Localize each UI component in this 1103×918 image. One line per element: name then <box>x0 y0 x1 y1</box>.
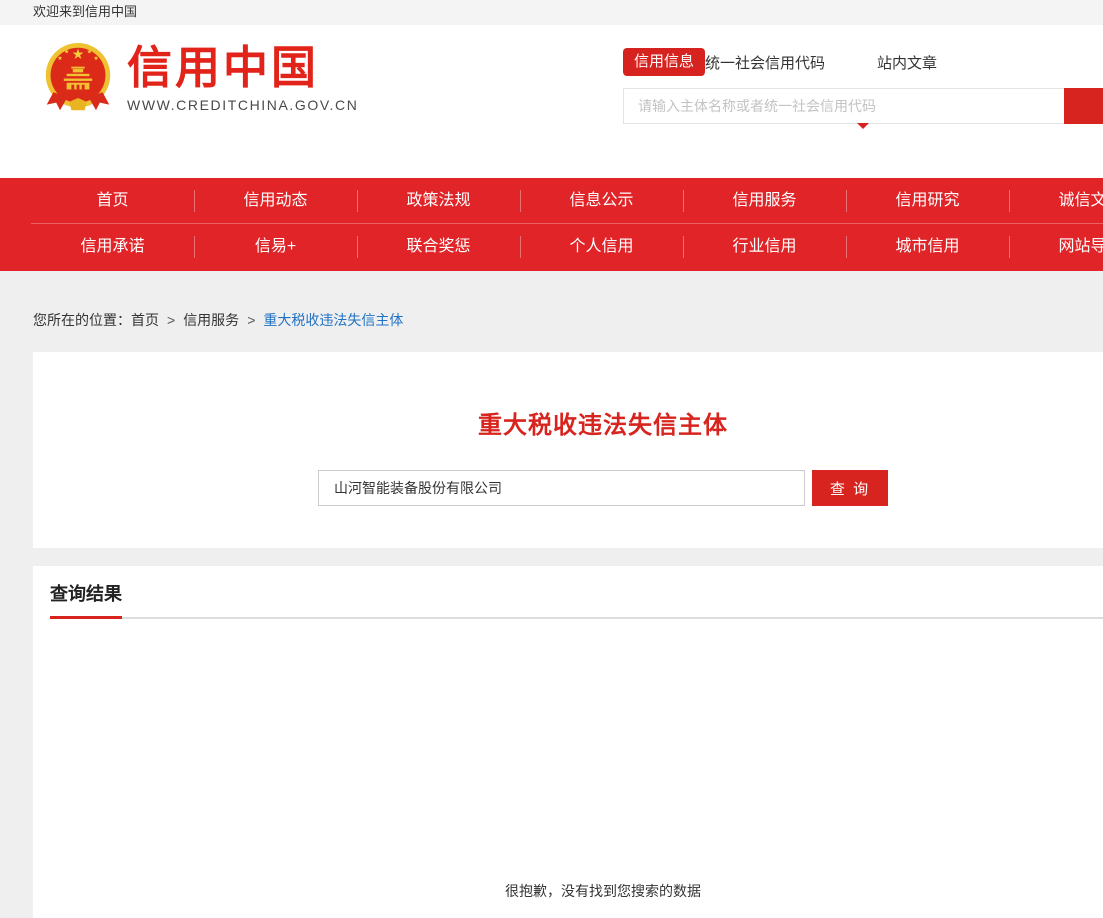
site-url: WWW.CREDITCHINA.GOV.CN <box>127 97 358 113</box>
breadcrumb-current-page[interactable]: 重大税收违法失信主体 <box>263 312 403 328</box>
brand-link[interactable]: 信用中国 WWW.CREDITCHINA.GOV.CN <box>42 40 358 118</box>
nav-item-policies[interactable]: 政策法规 <box>357 178 520 224</box>
nav-item-credit-services[interactable]: 信用服务 <box>683 178 846 224</box>
header-search-button[interactable] <box>1064 88 1103 124</box>
site-title: 信用中国 <box>127 43 358 93</box>
nav-item-credit-research[interactable]: 信用研究 <box>846 178 1009 224</box>
breadcrumb-prefix: 您所在的位置： <box>33 312 131 328</box>
query-card: 重大税收违法失信主体 查 询 <box>33 352 1103 548</box>
empty-result-message: 很抱歉，没有找到您搜索的数据 <box>33 881 1103 901</box>
active-tab-pointer-icon <box>857 123 869 129</box>
nav-row-1: 首页 信用动态 政策法规 信息公示 信用服务 信用研究 诚信文化 <box>31 178 1103 224</box>
query-button[interactable]: 查 询 <box>812 470 888 506</box>
results-heading: 查询结果 <box>50 580 122 619</box>
nav-item-joint-reward-punishment[interactable]: 联合奖惩 <box>357 224 520 270</box>
header-search: 信用信息 统一社会信用代码 站内文章 <box>623 48 1103 124</box>
page: 欢迎来到信用中国 <box>0 0 1103 918</box>
topbar: 欢迎来到信用中国 <box>0 0 1103 25</box>
page-title: 重大税收违法失信主体 <box>33 352 1103 440</box>
query-row: 查 询 <box>33 470 1103 506</box>
nav-item-integrity-culture[interactable]: 诚信文化 <box>1009 178 1103 224</box>
breadcrumb-credit-services[interactable]: 信用服务 <box>183 312 239 328</box>
nav-row-2: 信用承诺 信易+ 联合奖惩 个人信用 行业信用 城市信用 网站导航 <box>31 224 1103 270</box>
nav-item-city-credit[interactable]: 城市信用 <box>846 224 1009 270</box>
welcome-text: 欢迎来到信用中国 <box>33 4 137 19</box>
nav-item-credit-commitment[interactable]: 信用承诺 <box>31 224 194 270</box>
nav-item-site-map[interactable]: 网站导航 <box>1009 224 1103 270</box>
tab-site-articles[interactable]: 站内文章 <box>877 52 937 73</box>
nav-item-info-disclosure[interactable]: 信息公示 <box>520 178 683 224</box>
nav-item-xinyi-plus[interactable]: 信易+ <box>194 224 357 270</box>
nav-item-personal-credit[interactable]: 个人信用 <box>520 224 683 270</box>
header: 信用中国 WWW.CREDITCHINA.GOV.CN 信用信息 统一社会信用代… <box>0 25 1103 178</box>
brand-text: 信用中国 WWW.CREDITCHINA.GOV.CN <box>127 40 358 113</box>
nav-item-credit-news[interactable]: 信用动态 <box>194 178 357 224</box>
entity-search-input[interactable] <box>318 470 805 506</box>
search-tabs: 信用信息 统一社会信用代码 站内文章 <box>623 48 1103 76</box>
tab-credit-info[interactable]: 信用信息 <box>623 48 705 76</box>
breadcrumb-separator: > <box>247 312 255 328</box>
nav-item-home[interactable]: 首页 <box>31 178 194 224</box>
nav-item-industry-credit[interactable]: 行业信用 <box>683 224 846 270</box>
main-nav: 首页 信用动态 政策法规 信息公示 信用服务 信用研究 诚信文化 信用承诺 信易… <box>0 178 1103 271</box>
results-card: 查询结果 很抱歉，没有找到您搜索的数据 <box>33 566 1103 918</box>
national-emblem-icon <box>42 40 114 118</box>
breadcrumb-separator: > <box>167 312 175 328</box>
breadcrumb: 您所在的位置：首页 > 信用服务 > 重大税收违法失信主体 <box>0 271 1103 330</box>
results-header: 查询结果 <box>50 566 1103 619</box>
header-search-input[interactable] <box>623 88 1064 124</box>
breadcrumb-home[interactable]: 首页 <box>131 312 159 328</box>
tab-unified-social-credit-code[interactable]: 统一社会信用代码 <box>705 52 825 73</box>
header-search-row <box>623 88 1103 124</box>
